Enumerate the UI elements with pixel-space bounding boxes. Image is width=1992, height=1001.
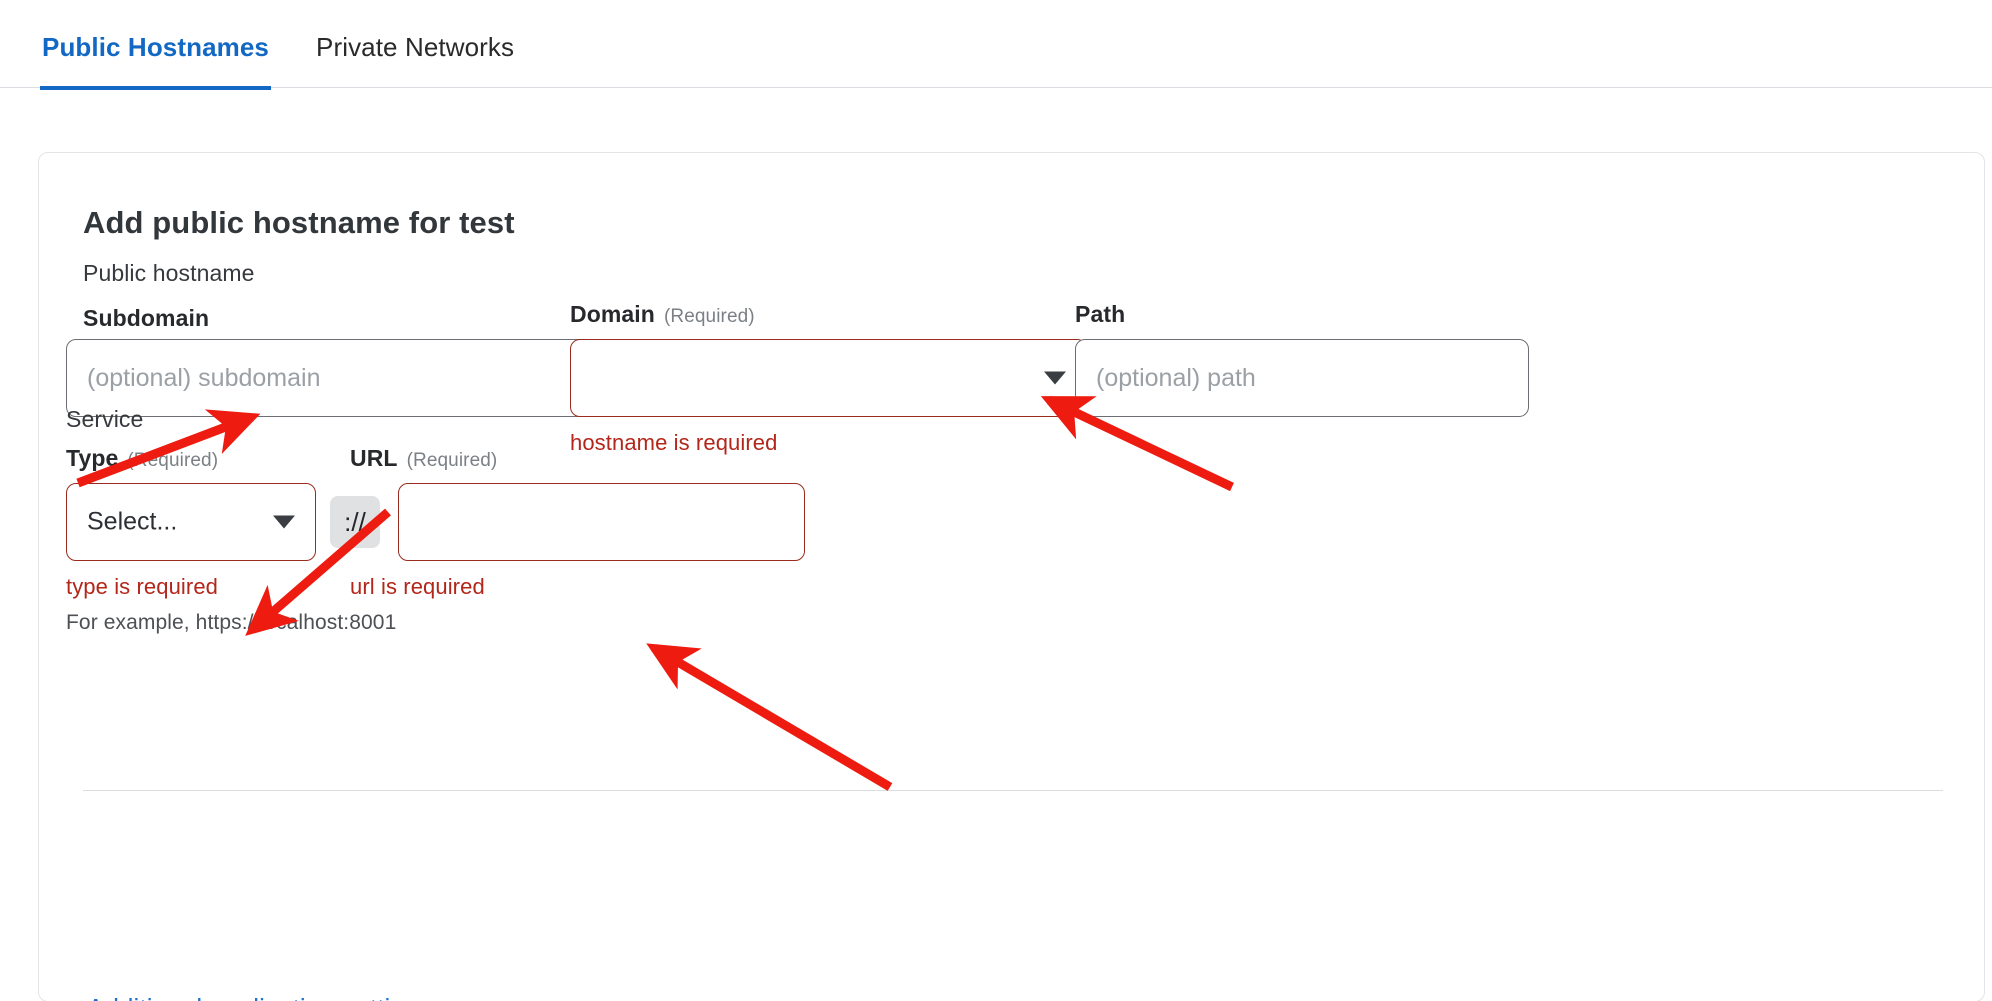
protocol-separator-chip: :// (330, 496, 380, 548)
page-title: Add public hostname for test (83, 205, 515, 240)
section-divider (83, 790, 1943, 791)
subdomain-input[interactable] (66, 339, 643, 417)
section-label-service: Service (66, 406, 144, 432)
label-subdomain-text: Subdomain (83, 305, 210, 331)
domain-error-message: hostname is required (570, 430, 778, 455)
chevron-down-icon (1044, 371, 1066, 385)
tab-private-networks-label: Private Networks (316, 32, 515, 62)
label-domain-required: (Required) (663, 306, 755, 327)
domain-select[interactable] (570, 339, 1087, 417)
additional-application-settings-label: Additional application settings (87, 993, 433, 1001)
tab-private-networks[interactable]: Private Networks (314, 30, 516, 86)
path-input[interactable] (1075, 339, 1529, 417)
add-public-hostname-card: Add public hostname for test Public host… (38, 152, 1985, 1001)
chevron-right-icon: ▶ (443, 997, 459, 1001)
label-url-required: (Required) (406, 450, 498, 471)
label-url: URL (Required) (350, 445, 497, 472)
label-type: Type (Required) (66, 445, 218, 472)
label-subdomain: Subdomain (83, 305, 209, 332)
label-url-text: URL (350, 445, 398, 471)
additional-application-settings-link[interactable]: Additional application settings ▶ (87, 993, 459, 1001)
app-page: Public Hostnames Private Networks Add pu… (0, 0, 1992, 1001)
label-path: Path (1075, 301, 1125, 328)
url-input[interactable] (398, 483, 805, 561)
label-type-text: Type (66, 445, 119, 471)
label-domain: Domain (Required) (570, 301, 755, 328)
type-error-message: type is required (66, 574, 219, 599)
label-type-required: (Required) (127, 450, 219, 471)
tab-public-hostnames-label: Public Hostnames (42, 32, 269, 62)
url-help-text: For example, https://localhost:8001 (66, 611, 397, 634)
tabbar: Public Hostnames Private Networks (0, 0, 1992, 90)
label-path-text: Path (1075, 301, 1126, 327)
tab-public-hostnames[interactable]: Public Hostnames (40, 30, 271, 90)
label-domain-text: Domain (570, 301, 655, 327)
protocol-separator-text: :// (344, 507, 366, 537)
section-label-public-hostname: Public hostname (83, 260, 255, 286)
type-select-value: Select... (87, 507, 178, 536)
chevron-down-icon (273, 515, 295, 529)
url-error-message: url is required (350, 574, 485, 599)
type-select[interactable]: Select... (66, 483, 316, 561)
